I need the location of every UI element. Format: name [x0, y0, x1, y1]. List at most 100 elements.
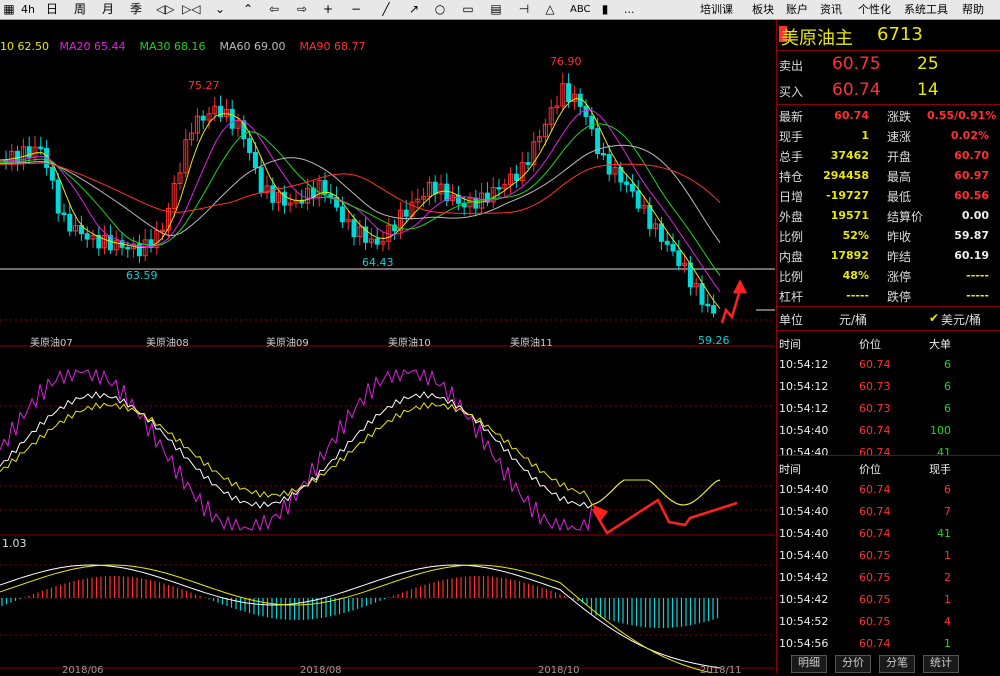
macd-indicator: [0, 564, 721, 676]
high-label-1: 75.27: [188, 79, 220, 92]
menu-sector[interactable]: 板块: [752, 1, 774, 18]
price-cell: 60.74: [859, 527, 891, 540]
period-month-button[interactable]: 月: [100, 1, 116, 18]
price-cell: 60.75: [859, 571, 891, 584]
check-icon[interactable]: ✔: [929, 311, 939, 325]
panel-tab[interactable]: 明细: [791, 655, 827, 673]
volume-cell: 6: [944, 358, 951, 371]
rect-icon[interactable]: ▭: [460, 1, 476, 18]
big-trades-header: 时间 价位 大单: [777, 332, 1000, 354]
quote-value: 60.70: [954, 149, 989, 162]
buy-row: 买入 60.74 14: [777, 80, 1000, 102]
unit-row: 单位 元/桶 ✔ 美元/桶: [777, 308, 1000, 330]
quote-value: 59.87: [954, 229, 989, 242]
quote-value: 60.97: [954, 169, 989, 182]
quote-value: 60.56: [954, 189, 989, 202]
sell-price: 60.75: [832, 54, 881, 74]
chevron-up-icon[interactable]: ⌃: [240, 1, 256, 18]
quote-label: 速涨: [887, 130, 912, 144]
shrink-icon[interactable]: ◁▷: [156, 1, 174, 18]
panel-tab[interactable]: 分笔: [879, 655, 915, 673]
tools-icon[interactable]: ▤: [488, 1, 504, 18]
line-icon[interactable]: ╱: [378, 1, 394, 18]
quote-value: 17892: [830, 249, 869, 262]
quote-label: 结算价: [887, 210, 924, 224]
menu-training[interactable]: 培训课: [700, 1, 733, 18]
menu-help[interactable]: 帮助: [962, 1, 984, 18]
sell-label: 卖出: [779, 59, 804, 73]
chevron-down-icon[interactable]: ⌄: [212, 1, 228, 18]
quote-row: 日增 -19727 最低 60.56: [777, 186, 1000, 208]
panel-tab[interactable]: 分价: [835, 655, 871, 673]
zoom-out-icon[interactable]: −: [348, 1, 364, 18]
back-icon[interactable]: ⇦: [266, 1, 282, 18]
contract-label: 美原油10: [388, 338, 431, 349]
sell-row: 卖出 60.75 25: [777, 54, 1000, 76]
candle: [270, 185, 276, 203]
time-cell: 10:54:12: [779, 358, 829, 371]
buy-qty: 14: [917, 80, 939, 100]
triangle-icon[interactable]: △: [542, 1, 558, 18]
kline-chart[interactable]: 10 62.50 MA20 65.44 MA30 68.16 MA60 69.0…: [0, 20, 775, 676]
quote-value: -19727: [826, 189, 869, 202]
candle: [647, 205, 653, 229]
circle-icon[interactable]: ○: [432, 1, 448, 18]
menu-personal[interactable]: 个性化: [858, 1, 891, 18]
candle: [629, 183, 635, 192]
forward-icon[interactable]: ⇨: [294, 1, 310, 18]
tick-row: 10:54:40 60.74 41: [777, 523, 1000, 545]
quote-label: 内盘: [779, 250, 804, 264]
quote-value: 0.02%: [950, 129, 989, 142]
expand-icon[interactable]: ▷◁: [182, 1, 200, 18]
zoom-in-icon[interactable]: +: [320, 1, 336, 18]
macd-line: [0, 564, 721, 669]
price-cell: 价位: [859, 463, 881, 476]
measure-icon[interactable]: ⊣: [516, 1, 532, 18]
price-cell: 60.74: [859, 424, 891, 437]
ma-line: [0, 109, 721, 292]
menu-news[interactable]: 资讯: [820, 1, 842, 18]
period-season-button[interactable]: 季: [128, 1, 144, 18]
quote-value: 1: [861, 129, 869, 142]
kdj-line: [0, 402, 721, 506]
quote-value: 0.00: [961, 209, 989, 222]
eraser-icon[interactable]: ▮: [598, 1, 612, 18]
candle: [635, 190, 641, 209]
candle: [351, 219, 357, 238]
quote-value: 294458: [823, 169, 869, 182]
tick-row: 10:54:40 60.74 6: [777, 479, 1000, 501]
instrument-header: 美原油主 6713: [777, 20, 1000, 49]
time-cell: 时间: [779, 463, 801, 476]
quote-value: -----: [846, 289, 869, 302]
candle: [444, 183, 450, 202]
price-cell: 60.74: [859, 505, 891, 518]
volume-cell: 大单: [929, 338, 951, 351]
period-day-button[interactable]: 日: [44, 1, 60, 18]
volume-cell: 2: [944, 571, 951, 584]
menu-account[interactable]: 账户: [786, 1, 808, 18]
unit-alt[interactable]: 美元/桶: [941, 311, 981, 328]
time-cell: 10:54:42: [779, 593, 829, 606]
candle: [339, 206, 345, 223]
tick-row: 10:54:40 60.75 1: [777, 545, 1000, 567]
big-trade-row: 10:54:12 60.74 6: [777, 354, 1000, 376]
ray-icon[interactable]: ↗: [406, 1, 422, 18]
price-cell: 60.74: [859, 358, 891, 371]
grid-icon[interactable]: ▦: [2, 1, 16, 18]
price-cell: 60.74: [859, 483, 891, 496]
time-cell: 10:54:40: [779, 527, 829, 540]
more-button[interactable]: ...: [624, 1, 635, 18]
four-icon[interactable]: 4h: [20, 1, 36, 18]
quote-label: 最低: [887, 190, 912, 204]
time-cell: 10:54:40: [779, 424, 829, 437]
time-cell: 10:54:40: [779, 483, 829, 496]
time-axis-label: 2018/06: [62, 665, 104, 676]
menu-system-tools[interactable]: 系统工具: [904, 1, 948, 18]
quote-value: 0.55/0.91%: [927, 109, 997, 122]
time-cell: 10:54:56: [779, 637, 829, 650]
volume-cell: 6: [944, 402, 951, 415]
period-week-button[interactable]: 周: [72, 1, 88, 18]
panel-tab[interactable]: 统计: [923, 655, 959, 673]
quote-label: 跌停: [887, 290, 912, 304]
text-tool[interactable]: ABC: [570, 1, 591, 18]
